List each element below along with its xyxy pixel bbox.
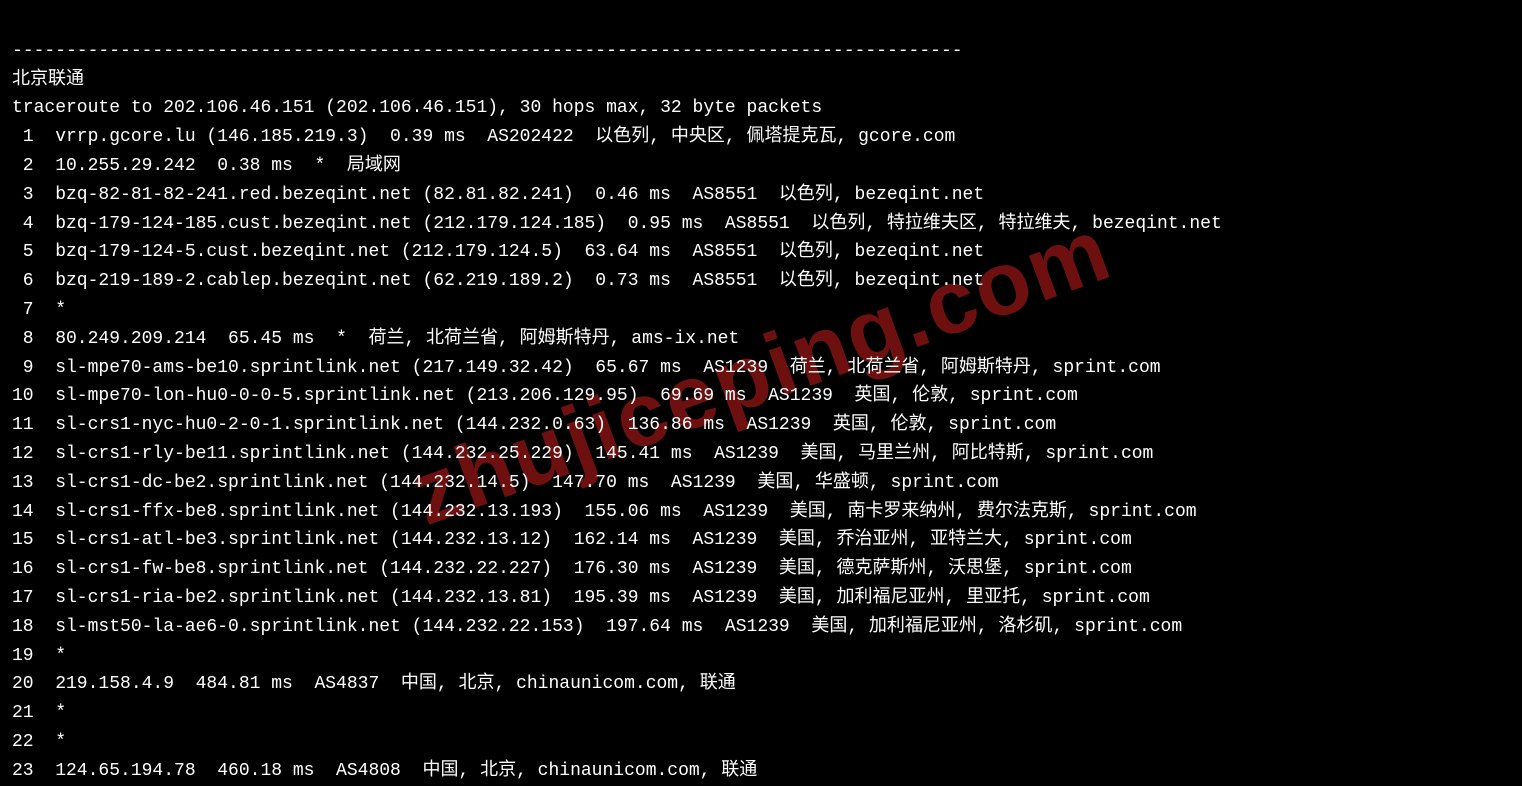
hops-list: 1 vrrp.gcore.lu (146.185.219.3) 0.39 ms …	[12, 127, 1222, 781]
divider-line: ----------------------------------------…	[12, 41, 963, 61]
trace-title: 北京联通	[12, 70, 84, 90]
terminal-output: ----------------------------------------…	[12, 8, 1510, 786]
trace-intro: traceroute to 202.106.46.151 (202.106.46…	[12, 98, 822, 118]
